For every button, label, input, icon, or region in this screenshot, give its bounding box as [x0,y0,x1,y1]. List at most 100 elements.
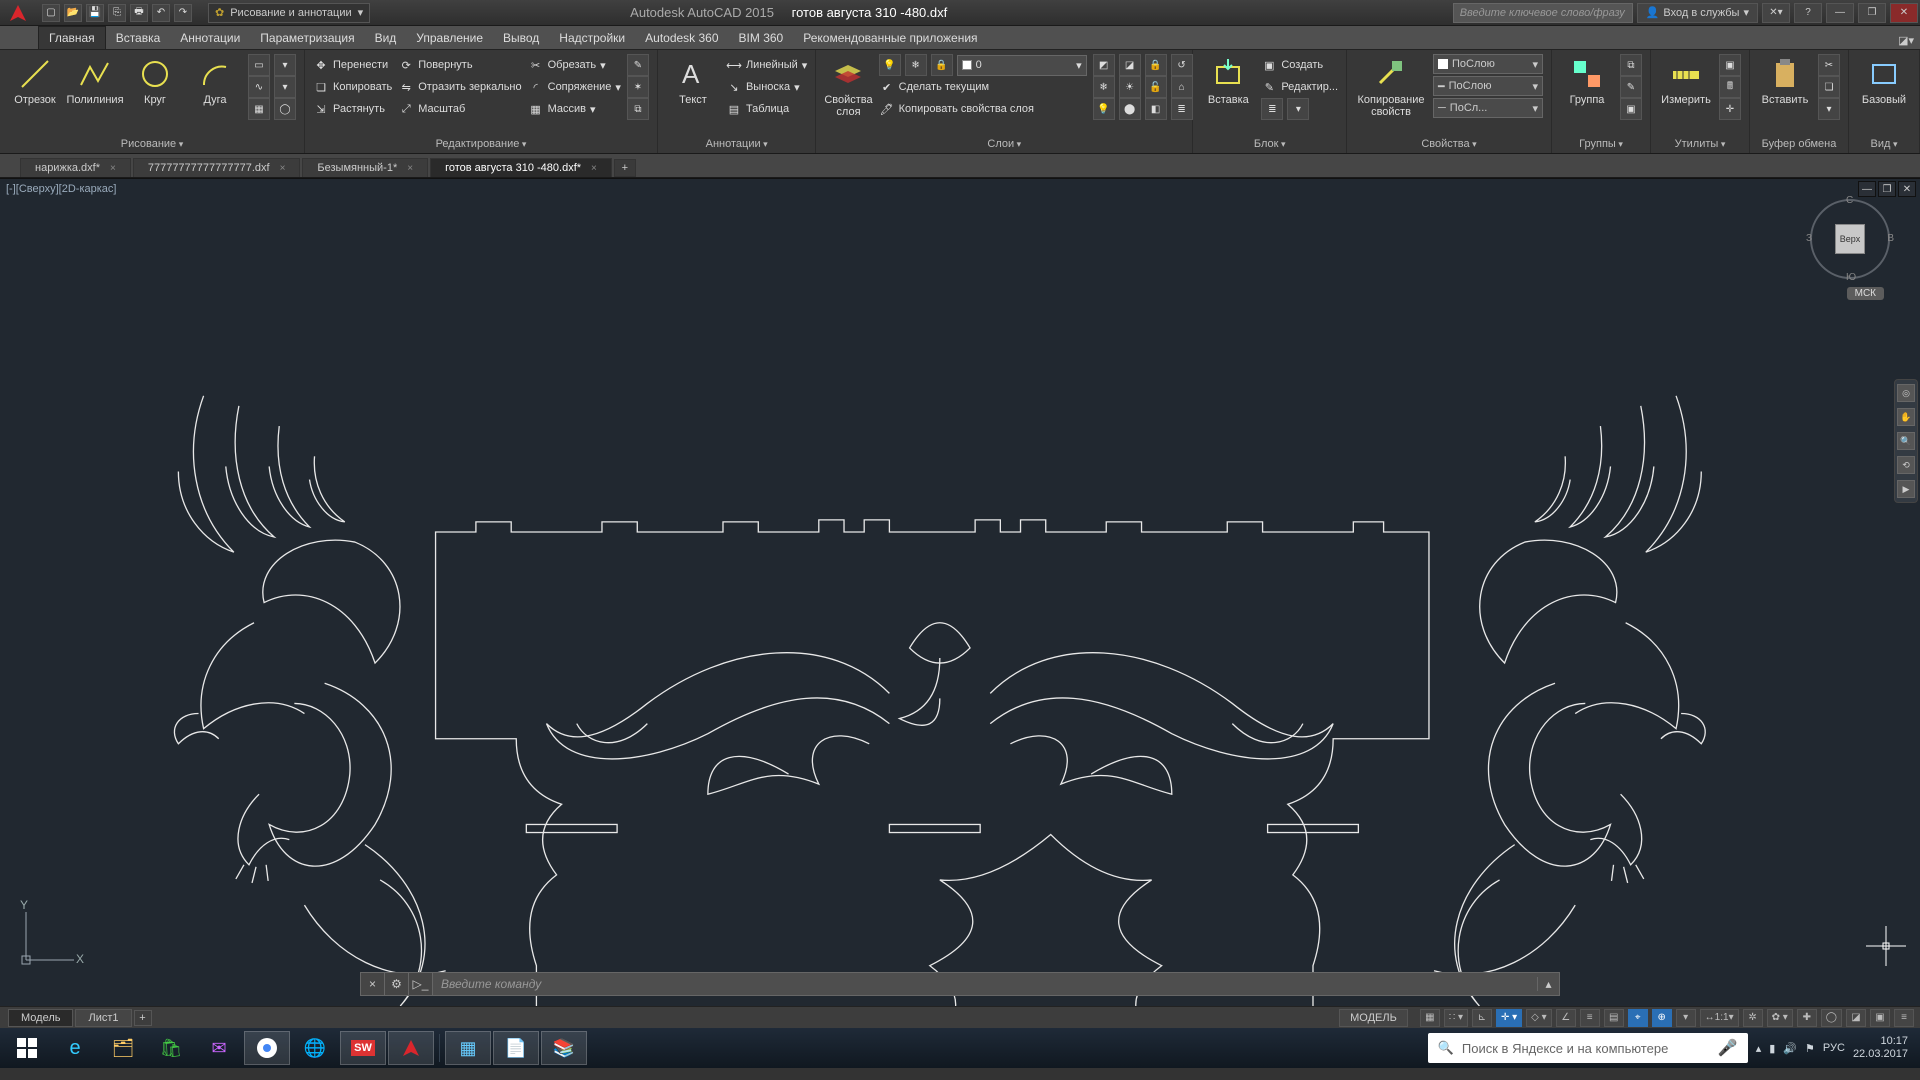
signin-button[interactable]: 👤 Вход в службы ▾ [1637,3,1758,23]
laylock-icon[interactable]: 🔒 [1145,54,1167,76]
tool-insert[interactable]: Вставка [1201,54,1255,106]
tool-scale[interactable]: ⤢Масштаб [398,98,521,120]
layer-combo[interactable]: 0 ▾ [957,55,1087,76]
window-close[interactable]: ✕ [1890,3,1918,23]
bulb-icon[interactable]: 💡 [879,54,901,76]
groupsel-icon[interactable]: ▣ [1620,98,1642,120]
tray-flag-icon[interactable]: ⚑ [1805,1042,1815,1055]
yandex-search[interactable]: 🔍 Поиск в Яндексе и на компьютере 🎤 [1428,1033,1748,1063]
spline-icon[interactable]: ∿ [248,76,270,98]
laystate-icon[interactable]: ≣ [1171,98,1193,120]
snap-toggle[interactable]: ∷ ▾ [1444,1009,1468,1027]
viewcube-top-face[interactable]: Верх [1835,224,1865,254]
panel-block-title[interactable]: Блок [1254,138,1286,150]
panel-layers-title[interactable]: Слои [987,138,1021,150]
close-icon[interactable]: × [407,163,413,174]
tool-baseview[interactable]: Базовый [1857,54,1911,106]
viewcube[interactable]: Верх С Ю В З [1810,199,1890,279]
taskbar-browser[interactable]: 🌐 [292,1031,338,1065]
ungroup-icon[interactable]: ⧉ [1620,54,1642,76]
ribbon-tab-a360[interactable]: Autodesk 360 [635,27,728,49]
groupedit-icon[interactable]: ✎ [1620,76,1642,98]
tool-fillet[interactable]: ◜Сопряжение ▾ [528,76,621,98]
tool-copy[interactable]: ❏Копировать [313,76,392,98]
panel-annotation-title[interactable]: Аннотации [706,138,768,150]
close-icon[interactable]: × [591,163,597,174]
cmd-customize-icon[interactable]: ⚙ [385,973,409,995]
offset-icon[interactable]: ⧉ [627,98,649,120]
taskbar-winrar[interactable]: 📚 [541,1031,587,1065]
copyclip-icon[interactable]: ❏ [1818,76,1840,98]
layout-tab-sheet1[interactable]: Лист1 [75,1009,131,1027]
color-combo[interactable]: ПоСлою▾ [1433,54,1543,74]
infocenter-search[interactable]: Введите ключевое слово/фразу [1453,3,1633,23]
ribbon-tab-view[interactable]: Вид [365,27,407,49]
qat-saveas-icon[interactable]: ⎘ [108,4,126,22]
drawing-viewport[interactable]: [-][Сверху][2D-каркас] — ❐ ✕ [0,178,1920,1006]
tray-expand-icon[interactable]: ▴ [1756,1042,1762,1055]
tool-move[interactable]: ✥Перенести [313,54,392,76]
ws-switch[interactable]: ✿ ▾ [1767,1009,1793,1027]
layoff-icon[interactable]: ◪ [1119,54,1141,76]
taskbar-explorer[interactable]: 🗂 [100,1031,146,1065]
ribbon-collapse-icon[interactable]: ◪▾ [1892,32,1920,49]
ribbon-tab-home[interactable]: Главная [38,26,106,49]
file-tab[interactable]: нарижка.dxf*× [20,158,131,177]
taskbar-autocad[interactable] [388,1031,434,1065]
qat-save-icon[interactable]: 💾 [86,4,104,22]
add-layout-button[interactable]: + [134,1010,152,1026]
taskbar-store[interactable]: 🛍 [148,1031,194,1065]
command-line[interactable]: × ⚙ ▷_ Введите команду ▴ [360,972,1560,996]
nav-zoom-icon[interactable]: 🔍 [1897,432,1915,450]
new-tab-button[interactable]: + [614,159,636,177]
dd-icon[interactable]: ▾ [274,54,296,76]
tool-mirror[interactable]: ⇋Отразить зеркально [398,76,521,98]
tool-table[interactable]: ▤Таблица [726,98,807,120]
taskbar-ie[interactable]: e [52,1031,98,1065]
command-input[interactable]: Введите команду [433,977,1537,991]
tool-rotate[interactable]: ⟳Повернуть [398,54,521,76]
dyninput-toggle[interactable]: ⊕ [1652,1009,1672,1027]
annomon-toggle[interactable]: ✚ [1797,1009,1817,1027]
qat-redo-icon[interactable]: ↷ [174,4,192,22]
tool-polyline[interactable]: Полилиния [68,54,122,106]
tool-paste[interactable]: Вставить [1758,54,1812,106]
tool-measure[interactable]: Измерить [1659,54,1713,106]
annoscale-display[interactable]: ↔ 1:1 ▾ [1700,1009,1739,1027]
tool-dim-linear[interactable]: ⟷Линейный ▾ [726,54,807,76]
selcyc-toggle[interactable]: ⌖ [1628,1009,1648,1027]
ortho-toggle[interactable]: ⊾ [1472,1009,1492,1027]
qat-plot-icon[interactable]: 🖶 [130,4,148,22]
file-tab[interactable]: 77777777777777777.dxf× [133,158,301,177]
tool-make-current[interactable]: ✔Сделать текущим [879,76,1087,98]
wcs-badge[interactable]: МСК [1847,287,1884,300]
id-icon[interactable]: ✛ [1719,98,1741,120]
grid-toggle[interactable]: ▦ [1420,1009,1440,1027]
linetype-combo[interactable]: ─ПоСл...▾ [1433,98,1543,118]
attr2-icon[interactable]: ▾ [1287,98,1309,120]
isolate-toggle[interactable]: ◪ [1846,1009,1866,1027]
ribbon-tab-output[interactable]: Вывод [493,27,549,49]
quickcalc-icon[interactable]: 🖩 [1719,76,1741,98]
transparency-toggle[interactable]: ▤ [1604,1009,1624,1027]
lwt-toggle[interactable]: ≡ [1580,1009,1600,1027]
laymch-icon[interactable]: ⌂ [1171,76,1193,98]
tray-lang[interactable]: РУС [1823,1042,1845,1054]
tool-matchprop[interactable]: Копирование свойств [1355,54,1427,118]
layon-icon[interactable]: 💡 [1093,98,1115,120]
erase-icon[interactable]: ✎ [627,54,649,76]
close-icon[interactable]: × [110,163,116,174]
polar-toggle[interactable]: ✛ ▾ [1496,1009,1522,1027]
space-indicator[interactable]: МОДЕЛЬ [1339,1009,1408,1027]
help-button[interactable]: ? [1794,3,1822,23]
exchange-button[interactable]: ✕▾ [1762,3,1790,23]
customize-status[interactable]: ≡ [1894,1009,1914,1027]
hwacc-toggle[interactable]: ◯ [1821,1009,1842,1027]
ribbon-tab-annotate[interactable]: Аннотации [170,27,250,49]
cmd-history-icon[interactable]: ▴ [1537,977,1559,991]
taskbar-notepad[interactable]: 📄 [493,1031,539,1065]
qat-new-icon[interactable]: ▢ [42,4,60,22]
tool-match-layer[interactable]: 🖊Копировать свойства слоя [879,98,1087,120]
tray-network-icon[interactable]: ▮ [1769,1042,1775,1055]
attr-icon[interactable]: ≣ [1261,98,1283,120]
